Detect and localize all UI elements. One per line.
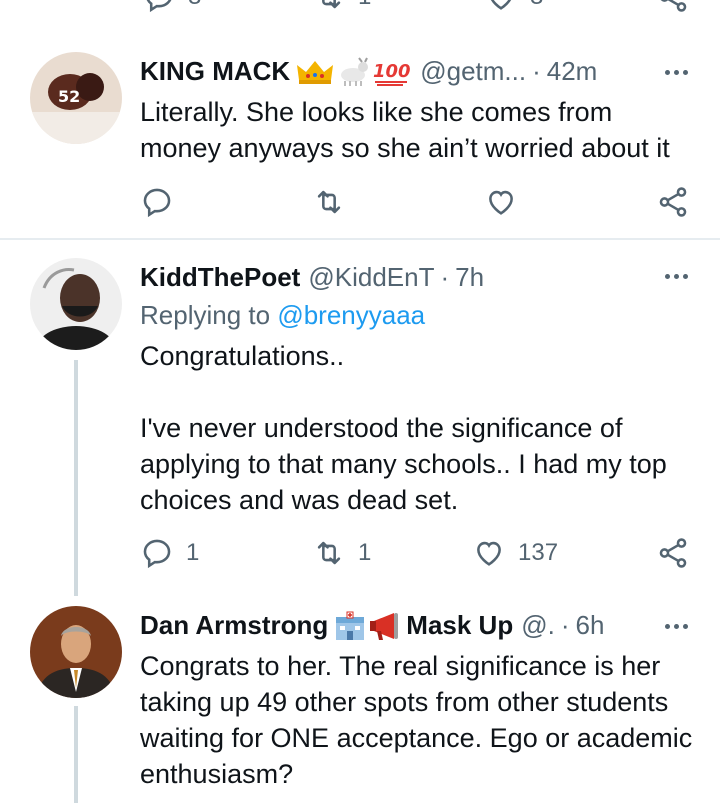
timestamp[interactable]: 7h xyxy=(455,262,484,293)
svg-text:52: 52 xyxy=(58,87,80,106)
more-options-button[interactable] xyxy=(665,624,688,629)
share-button[interactable] xyxy=(656,0,690,14)
heart-icon xyxy=(477,541,501,566)
avatar-image xyxy=(30,258,122,350)
reply-count: 3 xyxy=(188,0,201,11)
separator-dot: · xyxy=(560,610,570,640)
more-options-button[interactable] xyxy=(665,274,688,279)
reply-button[interactable]: 1 xyxy=(140,536,199,570)
replying-to: Replying to @brenyyaaa xyxy=(140,300,425,331)
hospital-icon xyxy=(336,611,365,640)
reply-icon xyxy=(146,0,172,13)
more-icon xyxy=(665,274,670,279)
tweet-divider xyxy=(0,238,720,240)
share-icon xyxy=(659,187,687,217)
goat-icon xyxy=(341,56,369,86)
tweet-header: Dan Armstrong Mask Up @. · 6h xyxy=(140,610,604,641)
like-button[interactable]: 3 xyxy=(484,0,543,14)
thread-line xyxy=(74,360,78,596)
mention-link[interactable]: @brenyyaaa xyxy=(277,300,425,330)
crown-icon xyxy=(297,60,334,84)
reply-icon xyxy=(143,188,171,218)
display-name[interactable]: Dan Armstrong xyxy=(140,610,328,641)
user-handle[interactable]: @. xyxy=(521,610,555,641)
display-name[interactable]: KiddThePoet xyxy=(140,262,300,293)
megaphone-icon xyxy=(370,612,399,640)
hundred-points-icon: 100 xyxy=(373,61,411,86)
tweet-text: Congrats to her. The real significance i… xyxy=(140,651,693,789)
avatar-image: 52 xyxy=(30,52,122,144)
tweet-text: Congratulations.. I've never understood … xyxy=(140,341,667,515)
retweet-count: 1 xyxy=(358,539,372,566)
name-emojis: 100 xyxy=(296,56,412,87)
retweet-icon xyxy=(317,541,341,565)
share-button[interactable] xyxy=(656,536,690,570)
user-handle[interactable]: @KiddEnT xyxy=(308,262,434,293)
timestamp[interactable]: 42m xyxy=(547,56,598,87)
retweet-icon xyxy=(317,190,341,214)
heart-icon xyxy=(489,190,513,215)
avatar-image xyxy=(30,606,122,698)
tweet-header: KING MACK 100 @getm... · 42m xyxy=(140,56,597,87)
like-count: 3 xyxy=(530,0,543,11)
thread-line xyxy=(74,706,78,803)
svg-text:100: 100 xyxy=(373,61,411,82)
retweet-button[interactable]: 1 xyxy=(312,0,371,14)
user-handle[interactable]: @getm... xyxy=(420,56,526,87)
tweet-header: KiddThePoet @KiddEnT · 7h xyxy=(140,262,484,293)
retweet-button[interactable] xyxy=(312,185,346,219)
reply-button[interactable] xyxy=(140,185,174,219)
heart-icon xyxy=(490,0,512,10)
avatar[interactable] xyxy=(30,606,122,698)
separator-dot: · xyxy=(440,262,450,292)
like-button[interactable] xyxy=(484,185,518,219)
like-button[interactable]: 137 xyxy=(472,536,558,570)
reply-count: 1 xyxy=(186,539,200,566)
more-options-button[interactable] xyxy=(665,70,688,75)
more-icon xyxy=(665,70,670,75)
retweet-count: 1 xyxy=(358,0,371,11)
tweet-text: Literally. She looks like she comes from… xyxy=(140,97,670,163)
name-emojis xyxy=(334,611,406,641)
previous-tweet-actions: 3 1 3 xyxy=(0,0,720,16)
reply-button[interactable]: 3 xyxy=(142,0,201,14)
display-name[interactable]: KING MACK xyxy=(140,56,290,87)
share-icon xyxy=(659,538,687,568)
share-icon xyxy=(660,0,687,12)
share-button[interactable] xyxy=(656,185,690,219)
avatar[interactable] xyxy=(30,258,122,350)
separator-dot: · xyxy=(532,56,541,86)
avatar[interactable]: 52 xyxy=(30,52,122,144)
reply-icon xyxy=(143,539,171,569)
more-icon xyxy=(665,624,670,629)
display-name-suffix: Mask Up xyxy=(406,610,514,640)
replying-to-label: Replying to xyxy=(140,300,278,330)
retweet-icon xyxy=(322,0,341,9)
retweet-button[interactable]: 1 xyxy=(312,536,371,570)
like-count: 137 xyxy=(518,539,559,566)
timestamp[interactable]: 6h xyxy=(576,610,605,641)
